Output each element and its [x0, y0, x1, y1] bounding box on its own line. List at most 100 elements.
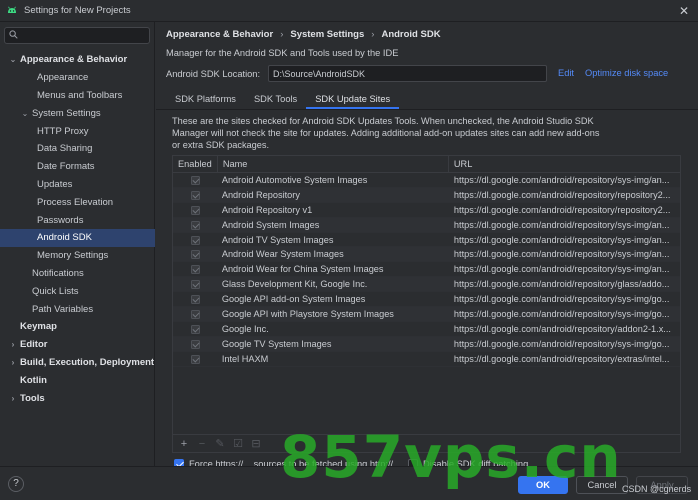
enabled-checkbox[interactable] — [190, 205, 200, 215]
sidebar-item-quick-lists[interactable]: Quick Lists — [0, 282, 155, 300]
table-row[interactable]: Google Inc. https://dl.google.com/android… — [173, 322, 680, 337]
table-row[interactable]: Android Repository v1 https://dl.google.c… — [173, 203, 680, 218]
table-row[interactable]: Android Repository https://dl.google.com/… — [173, 187, 680, 203]
breadcrumb-item: Android SDK — [381, 28, 441, 40]
enabled-checkbox[interactable] — [190, 309, 200, 319]
enabled-checkbox[interactable] — [190, 295, 200, 305]
table-header: Enabled Name URL — [173, 156, 680, 173]
sidebar-item-keymap[interactable]: Keymap — [0, 318, 155, 336]
sidebar-item-label: Process Elevation — [37, 196, 114, 208]
site-url-cell: https://dl.google.com/android/repository… — [453, 204, 671, 215]
optimize-disk-space-link[interactable]: Optimize disk space — [585, 68, 668, 78]
sidebar-item-label: Notifications — [32, 267, 84, 279]
sdk-location-label: Android SDK Location: — [166, 69, 261, 79]
table-row[interactable]: Android Automotive System Images https://… — [173, 173, 680, 188]
table-row[interactable]: Google API add-on System Images https://d… — [173, 292, 680, 308]
sidebar-item-data-sharing[interactable]: Data Sharing — [0, 140, 155, 158]
chevron-right-icon[interactable]: › — [8, 358, 18, 367]
chevron-right-icon[interactable]: › — [8, 394, 18, 403]
sidebar-item-build-execution-deployment[interactable]: › Build, Execution, Deployment — [0, 354, 155, 372]
enabled-cell — [173, 203, 218, 218]
enabled-checkbox[interactable] — [190, 280, 200, 290]
enabled-checkbox[interactable] — [190, 235, 200, 245]
enabled-cell — [173, 188, 218, 203]
sidebar-item-label: Data Sharing — [37, 143, 93, 155]
enabled-checkbox[interactable] — [190, 265, 200, 275]
table-row[interactable]: Glass Development Kit, Google Inc. https:… — [173, 277, 680, 293]
breadcrumb-item[interactable]: System Settings — [290, 29, 364, 40]
tab-sdk-platforms[interactable]: SDK Platforms — [166, 89, 245, 109]
edit-link[interactable]: Edit — [558, 68, 574, 78]
cancel-button[interactable]: Cancel — [576, 476, 628, 494]
sidebar-item-memory-settings[interactable]: Memory Settings — [0, 247, 155, 265]
sidebar-item-tools[interactable]: › Tools — [0, 389, 155, 407]
edit-icon[interactable]: ✎ — [215, 438, 225, 449]
breadcrumb-item[interactable]: Appearance & Behavior — [166, 29, 273, 40]
column-header-url[interactable]: URL — [449, 156, 680, 173]
site-name-cell: Android System Images — [221, 219, 320, 230]
title-bar: Settings for New Projects ✕ — [0, 0, 698, 22]
tab-sdk-update-sites[interactable]: SDK Update Sites — [306, 89, 400, 109]
table-row[interactable]: Google API with Playstore System Images h… — [173, 307, 680, 322]
sdk-location-input[interactable] — [268, 65, 547, 82]
table-row[interactable]: Android Wear for China System Images http… — [173, 262, 680, 278]
sidebar-item-date-formats[interactable]: Date Formats — [0, 158, 155, 176]
sidebar-item-menus-and-toolbars[interactable]: Menus and Toolbars — [0, 87, 155, 105]
table-row[interactable]: Android Wear System Images https://dl.goo… — [173, 247, 680, 263]
column-header-enabled[interactable]: Enabled — [173, 156, 218, 173]
sidebar-item-path-variables[interactable]: Path Variables — [0, 300, 155, 318]
chevron-down-icon[interactable]: ⌄ — [20, 109, 30, 118]
sidebar-item-label: Passwords — [37, 214, 84, 226]
add-icon[interactable]: + — [179, 438, 189, 449]
ok-button[interactable]: OK — [518, 476, 568, 494]
enabled-checkbox[interactable] — [190, 250, 200, 260]
site-name-cell: Android Automotive System Images — [221, 175, 368, 185]
enabled-checkbox[interactable] — [190, 354, 200, 364]
table-body: Android Automotive System Images https://… — [173, 173, 680, 367]
enabled-checkbox[interactable] — [190, 220, 200, 230]
chevron-right-icon[interactable]: › — [8, 340, 18, 349]
sidebar-item-editor[interactable]: › Editor — [0, 336, 155, 354]
sidebar-item-label: Tools — [20, 392, 45, 404]
table-row[interactable]: Intel HAXM https://dl.google.com/android/… — [173, 352, 680, 367]
chevron-down-icon[interactable]: ⌄ — [8, 55, 18, 64]
uncheck-all-icon[interactable]: ⊟ — [251, 438, 261, 449]
sidebar-item-http-proxy[interactable]: HTTP Proxy — [0, 122, 155, 140]
search-input[interactable] — [22, 30, 142, 41]
sidebar-item-appearance[interactable]: Appearance — [0, 69, 155, 87]
table-row[interactable]: Android System Images https://dl.google.c… — [173, 217, 680, 233]
tabs-divider — [156, 109, 698, 110]
close-icon[interactable]: ✕ — [676, 3, 692, 19]
sidebar-item-updates[interactable]: Updates — [0, 176, 155, 194]
remove-icon[interactable]: − — [197, 438, 207, 449]
page-description: Manager for the Android SDK and Tools us… — [166, 48, 399, 58]
enabled-cell — [173, 322, 218, 337]
search-field[interactable] — [4, 27, 150, 44]
enabled-checkbox[interactable] — [190, 175, 200, 185]
sidebar-item-passwords[interactable]: Passwords — [0, 211, 155, 229]
help-icon[interactable]: ? — [8, 476, 24, 492]
chevron-right-icon: › — [371, 28, 375, 40]
enabled-checkbox[interactable] — [190, 339, 200, 349]
sidebar-item-notifications[interactable]: Notifications — [0, 265, 155, 283]
sidebar-item-process-elevation[interactable]: Process Elevation — [0, 193, 155, 211]
check-all-icon[interactable]: ☑ — [233, 438, 243, 449]
tab-sdk-tools[interactable]: SDK Tools — [245, 89, 306, 109]
table-row[interactable]: Android TV System Images https://dl.googl… — [173, 233, 680, 248]
enabled-checkbox[interactable] — [190, 190, 200, 200]
sidebar-item-label: Path Variables — [32, 303, 94, 315]
enabled-cell — [173, 292, 218, 307]
column-header-name[interactable]: Name — [218, 156, 449, 173]
sidebar-item-android-sdk[interactable]: Android SDK — [0, 228, 155, 247]
site-name-cell: Google API add-on System Images — [221, 294, 366, 305]
sidebar-item-system-settings[interactable]: ⌄ System Settings — [0, 104, 155, 122]
sidebar-item-appearance-behavior[interactable]: ⌄ Appearance & Behavior — [0, 51, 155, 69]
android-studio-icon — [6, 5, 18, 17]
table-row[interactable]: Google TV System Images https://dl.google… — [173, 336, 680, 352]
site-url-cell: https://dl.google.com/android/repository… — [453, 175, 670, 185]
sidebar-item-label: Kotlin — [20, 374, 47, 386]
enabled-checkbox[interactable] — [190, 324, 200, 334]
sidebar-item-label: System Settings — [32, 107, 101, 119]
site-name-cell: Android Repository — [221, 189, 300, 200]
sidebar-item-kotlin[interactable]: Kotlin — [0, 371, 155, 389]
